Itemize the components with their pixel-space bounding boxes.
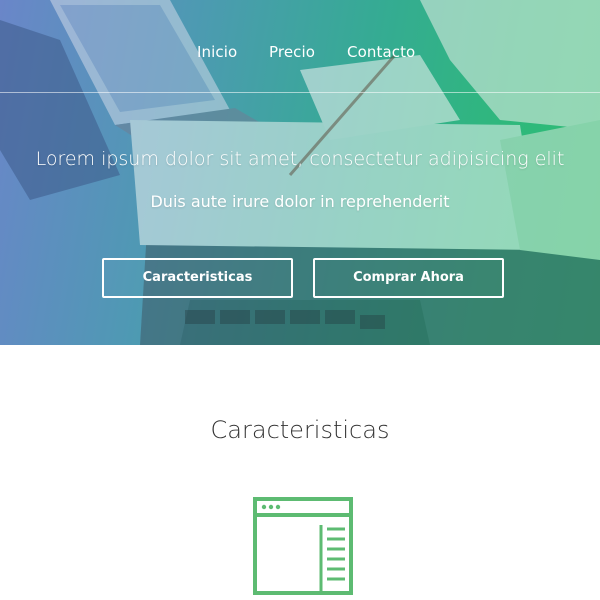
top-navigation: Inicio Precio Contacto xyxy=(0,0,600,93)
browser-window-icon xyxy=(253,497,353,595)
caracteristicas-button[interactable]: Caracteristicas xyxy=(102,258,293,298)
features-section-title: Caracteristicas xyxy=(210,416,390,444)
comprar-ahora-button[interactable]: Comprar Ahora xyxy=(313,258,504,298)
hero-title: Lorem ipsum dolor sit amet, consectetur … xyxy=(35,148,565,170)
nav-item-contacto[interactable]: Contacto xyxy=(347,43,415,61)
nav-item-inicio[interactable]: Inicio xyxy=(197,43,237,61)
hero-subtitle: Duis aute irure dolor in reprehenderit xyxy=(150,192,450,211)
hero-section: Inicio Precio Contacto Lorem ipsum dolor… xyxy=(0,0,600,345)
nav-item-precio[interactable]: Precio xyxy=(269,43,315,61)
